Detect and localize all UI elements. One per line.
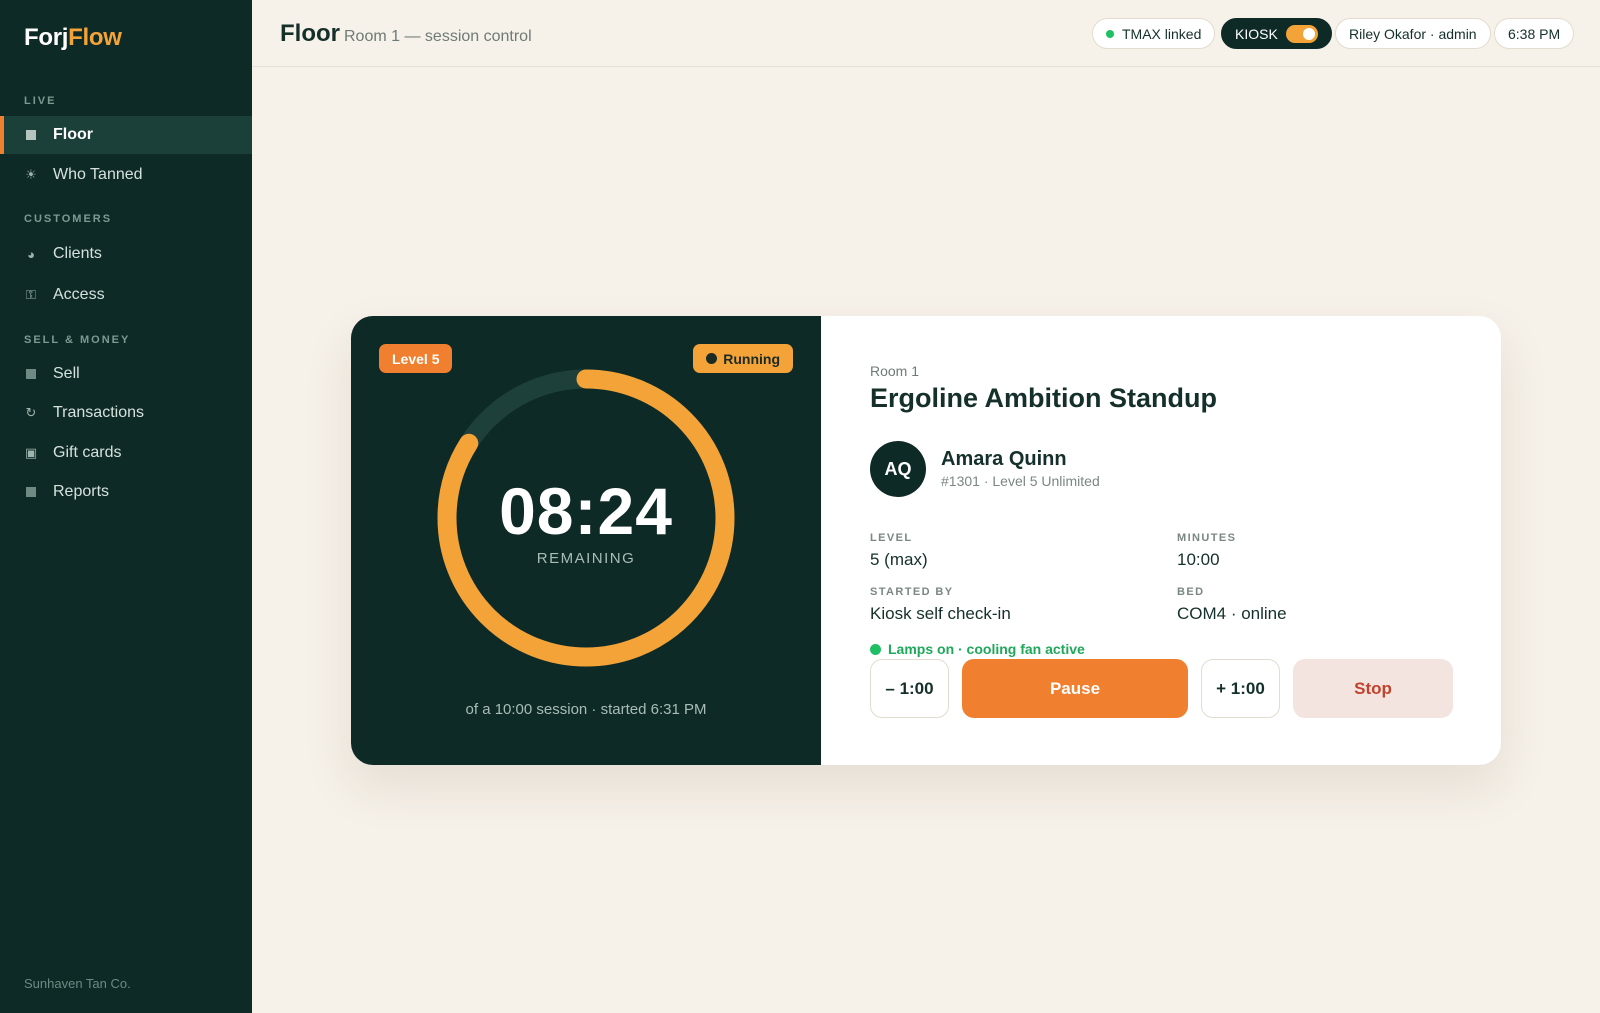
user-icon: ◕ [27,246,35,262]
sidebar-item-sell[interactable]: Sell [0,355,252,393]
session-card: Level 5 Running 08:24 REMAINING of a 10:… [351,316,1501,765]
brand-name-part2: Flow [68,24,122,51]
level-fact-label: LEVEL [870,532,913,544]
status-label: Running [723,350,780,367]
sidebar-item-label: Who Tanned [53,166,143,183]
pause-button[interactable]: Pause [962,659,1188,718]
timer-panel: Level 5 Running 08:24 REMAINING of a 10:… [351,316,821,765]
session-note: of a 10:00 session · started 6:31 PM [465,701,707,718]
bed-fact-label: BED [1177,586,1205,598]
kiosk-toggle-chip[interactable]: KIOSK [1221,18,1332,49]
sidebar-item-label: Gift cards [53,444,122,461]
page-title: Floor [280,20,340,47]
minutes-fact-label: MINUTES [1177,532,1237,544]
sidebar-item-gift-cards[interactable]: ▣ Gift cards [0,434,252,472]
report-icon [24,485,38,499]
sidebar: ForjFlow LIVE Floor ☀ Who Tanned CUSTOME… [0,0,252,1013]
sidebar-item-transactions[interactable]: ↻ Transactions [0,394,252,432]
client-meta: #1301 · Level 5 Unlimited [941,473,1100,489]
sidebar-item-label: Floor [53,126,93,143]
page-subtitle: Room 1 — session control [344,28,532,45]
user-chip[interactable]: Riley Okafor · admin [1335,18,1491,49]
level-fact-value: 5 (max) [870,550,928,569]
section-label-live: LIVE [24,95,57,107]
lamp-status: Lamps on · cooling fan active [870,641,1085,657]
sidebar-item-label: Reports [53,483,110,500]
sidebar-item-who-tanned[interactable]: ☀ Who Tanned [0,156,252,194]
avatar[interactable]: AQ [870,441,926,497]
sidebar-item-floor[interactable]: Floor [0,116,252,154]
key-icon: ⚿ [26,287,36,302]
kiosk-label: KIOSK [1235,25,1278,42]
lamp-status-label: Lamps on · cooling fan active [888,641,1085,657]
section-label-sell-money: SELL & MONEY [24,334,131,346]
minus-minute-button[interactable]: – 1:00 [870,659,949,718]
started-by-fact-label: STARTED BY [870,586,954,598]
tmax-status-label: TMAX linked [1122,25,1202,42]
user-label: Riley Okafor · admin [1349,25,1477,42]
client-name[interactable]: Amara Quinn [941,448,1067,471]
sidebar-item-access[interactable]: ⚿ Access [0,276,252,314]
sidebar-item-label: Sell [53,365,80,382]
online-dot-icon [1106,29,1114,38]
clock-label: 6:38 PM [1508,25,1561,42]
time-remaining-label: REMAINING [536,550,636,567]
topbar: Floor Room 1 — session control TMAX link… [252,0,1600,67]
kiosk-toggle-switch[interactable] [1285,24,1318,43]
brand-logo[interactable]: ForjFlow [24,24,122,52]
sidebar-item-label: Access [53,286,105,303]
room-label: Room 1 [870,363,920,379]
tag-icon [24,367,38,381]
plus-minute-button[interactable]: + 1:00 [1201,659,1280,718]
refresh-icon: ↻ [25,405,37,420]
section-label-customers: CUSTOMERS [24,213,113,225]
sidebar-item-reports[interactable]: Reports [0,473,252,511]
stop-button[interactable]: Stop [1293,659,1453,718]
lamp-status-dot-icon [870,643,881,655]
sidebar-item-label: Transactions [53,404,144,421]
sun-icon: ☀ [25,167,37,182]
company-name: Sunhaven Tan Co. [24,976,131,991]
grid-square-icon [24,128,38,142]
gift-card-icon: ▣ [24,445,38,460]
clock-chip: 6:38 PM [1494,18,1575,49]
bed-fact-value: COM4 · online [1177,604,1287,623]
session-details: Room 1 Ergoline Ambition Standup AQ Amar… [821,316,1501,765]
status-dot-icon [706,353,718,364]
brand-name-part1: Forj [24,24,69,51]
sidebar-item-clients[interactable]: ◕ Clients [0,235,252,273]
tmax-status-chip[interactable]: TMAX linked [1092,18,1216,49]
minutes-fact-value: 10:00 [1177,550,1220,569]
started-by-fact-value: Kiosk self check-in [870,604,1011,623]
time-remaining: 08:24 [499,474,673,548]
sidebar-item-label: Clients [53,245,102,262]
bed-name: Ergoline Ambition Standup [870,383,1217,413]
